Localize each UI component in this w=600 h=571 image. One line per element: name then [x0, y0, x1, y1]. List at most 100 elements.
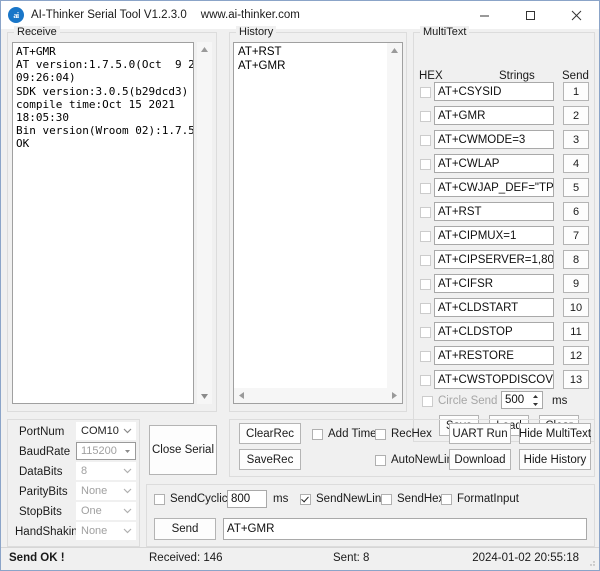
- multitext-send-button[interactable]: 6: [563, 202, 589, 221]
- multitext-send-button[interactable]: 4: [563, 154, 589, 173]
- multitext-command-text: AT+CSYSID: [438, 86, 501, 98]
- receive-textarea[interactable]: AT+GMR AT version:1.7.5.0(Oct 9 2021 09:…: [12, 42, 194, 404]
- send-newline-row[interactable]: SendNewLin: [300, 493, 381, 505]
- multitext-command-input[interactable]: AT+CIFSR: [434, 274, 554, 293]
- auto-newline-row[interactable]: AutoNewLine: [375, 454, 459, 466]
- multitext-hex-checkbox[interactable]: [420, 351, 431, 362]
- send-cyclic-row[interactable]: SendCyclic: [154, 493, 228, 505]
- close-icon[interactable]: [553, 1, 599, 29]
- download-button[interactable]: Download: [449, 449, 511, 470]
- send-newline-checkbox[interactable]: [300, 494, 311, 505]
- maximize-icon[interactable]: [507, 1, 553, 29]
- scroll-down-icon[interactable]: [197, 389, 212, 404]
- multitext-command-input[interactable]: AT+CLDSTART: [434, 298, 554, 317]
- multitext-send-button[interactable]: 2: [563, 106, 589, 125]
- close-serial-button[interactable]: Close Serial: [149, 425, 217, 475]
- portnum-select[interactable]: COM10: [76, 422, 136, 440]
- multitext-send-label: 7: [573, 230, 579, 242]
- multitext-send-button[interactable]: 1: [563, 82, 589, 101]
- multitext-command-text: AT+CIPMUX=1: [438, 230, 516, 242]
- multitext-command-input[interactable]: AT+CIPMUX=1: [434, 226, 554, 245]
- circle-send-checkbox[interactable]: [422, 396, 433, 407]
- stopbits-select[interactable]: One: [76, 502, 136, 520]
- rec-hex-row[interactable]: RecHex: [375, 428, 432, 440]
- multitext-command-text: AT+GMR: [438, 110, 485, 122]
- hide-multitext-button[interactable]: Hide MultiText: [519, 423, 591, 444]
- add-time-checkbox[interactable]: [312, 429, 323, 440]
- multitext-send-button[interactable]: 12: [563, 346, 589, 365]
- scroll-down-icon[interactable]: [387, 374, 402, 389]
- add-time-row[interactable]: Add Time: [312, 428, 377, 440]
- multitext-command-input[interactable]: AT+CIPSERVER=1,80: [434, 250, 554, 269]
- circle-send-row[interactable]: Circle Send: [422, 395, 497, 407]
- send-input[interactable]: AT+GMR: [223, 518, 587, 540]
- send-button[interactable]: Send: [154, 518, 216, 540]
- format-input-checkbox[interactable]: [441, 494, 452, 505]
- multitext-hex-checkbox[interactable]: [420, 183, 431, 194]
- multitext-send-button[interactable]: 9: [563, 274, 589, 293]
- multitext-hex-checkbox[interactable]: [420, 135, 431, 146]
- resize-grip-icon[interactable]: [586, 558, 596, 568]
- handshaking-select[interactable]: None: [76, 522, 136, 540]
- multitext-send-button[interactable]: 10: [563, 298, 589, 317]
- multitext-command-text: AT+CIPSERVER=1,80: [438, 254, 554, 266]
- multitext-hex-checkbox[interactable]: [420, 303, 431, 314]
- receive-legend: Receive: [14, 26, 60, 38]
- circle-send-stepper[interactable]: [529, 391, 543, 409]
- save-rec-button[interactable]: SaveRec: [239, 449, 301, 470]
- send-hex-checkbox[interactable]: [381, 494, 392, 505]
- multitext-command-input[interactable]: AT+CWMODE=3: [434, 130, 554, 149]
- multitext-hex-checkbox[interactable]: [420, 279, 431, 290]
- multitext-hex-checkbox[interactable]: [420, 207, 431, 218]
- multitext-hex-checkbox[interactable]: [420, 111, 431, 122]
- send-hex-row[interactable]: SendHex: [381, 493, 444, 505]
- auto-newline-checkbox[interactable]: [375, 455, 386, 466]
- chevron-down-icon: [119, 528, 135, 534]
- rec-hex-checkbox[interactable]: [375, 429, 386, 440]
- send-cyclic-interval-input[interactable]: 800: [227, 490, 267, 508]
- scroll-left-icon[interactable]: [234, 388, 249, 403]
- stepper-down-icon[interactable]: [529, 400, 542, 408]
- scroll-up-icon[interactable]: [197, 42, 212, 57]
- multitext-send-button[interactable]: 8: [563, 250, 589, 269]
- clear-rec-button[interactable]: ClearRec: [239, 423, 301, 444]
- scroll-up-icon[interactable]: [387, 43, 402, 58]
- multitext-hex-checkbox[interactable]: [420, 159, 431, 170]
- history-listbox[interactable]: AT+RST AT+GMR: [233, 42, 403, 404]
- multitext-command-input[interactable]: AT+CWSTOPDISCOVER: [434, 370, 554, 389]
- format-input-row[interactable]: FormatInput: [441, 493, 519, 505]
- databits-select[interactable]: 8: [76, 462, 136, 480]
- multitext-hex-checkbox[interactable]: [420, 87, 431, 98]
- history-vscrollbar[interactable]: [387, 43, 402, 389]
- multitext-send-button[interactable]: 5: [563, 178, 589, 197]
- multitext-hex-checkbox[interactable]: [420, 255, 431, 266]
- multitext-col-hex: HEX: [419, 70, 443, 82]
- stepper-up-icon[interactable]: [529, 392, 542, 400]
- multitext-hex-checkbox[interactable]: [420, 375, 431, 386]
- multitext-send-button[interactable]: 11: [563, 322, 589, 341]
- multitext-hex-checkbox[interactable]: [420, 327, 431, 338]
- scroll-right-icon[interactable]: [387, 388, 402, 403]
- multitext-command-input[interactable]: AT+CLDSTOP: [434, 322, 554, 341]
- multitext-command-text: AT+CLDSTOP: [438, 326, 513, 338]
- paritybits-select[interactable]: None: [76, 482, 136, 500]
- multitext-command-input[interactable]: AT+RST: [434, 202, 554, 221]
- multitext-send-button[interactable]: 7: [563, 226, 589, 245]
- multitext-send-button[interactable]: 13: [563, 370, 589, 389]
- receive-scrollbar[interactable]: [197, 42, 212, 404]
- multitext-command-input[interactable]: AT+CWLAP: [434, 154, 554, 173]
- uart-run-button[interactable]: UART Run: [449, 423, 511, 444]
- send-cyclic-checkbox[interactable]: [154, 494, 165, 505]
- baudrate-select[interactable]: 115200: [76, 442, 136, 460]
- multitext-hex-checkbox[interactable]: [420, 231, 431, 242]
- multitext-command-input[interactable]: AT+CWJAP_DEF="TP-Link: [434, 178, 554, 197]
- multitext-command-input[interactable]: AT+GMR: [434, 106, 554, 125]
- window-controls: [461, 1, 599, 29]
- hide-history-button[interactable]: Hide History: [519, 449, 591, 470]
- multitext-command-input[interactable]: AT+CSYSID: [434, 82, 554, 101]
- multitext-send-button[interactable]: 3: [563, 130, 589, 149]
- multitext-send-label: 12: [570, 350, 582, 362]
- multitext-command-input[interactable]: AT+RESTORE: [434, 346, 554, 365]
- history-hscrollbar[interactable]: [234, 388, 402, 403]
- minimize-icon[interactable]: [461, 1, 507, 29]
